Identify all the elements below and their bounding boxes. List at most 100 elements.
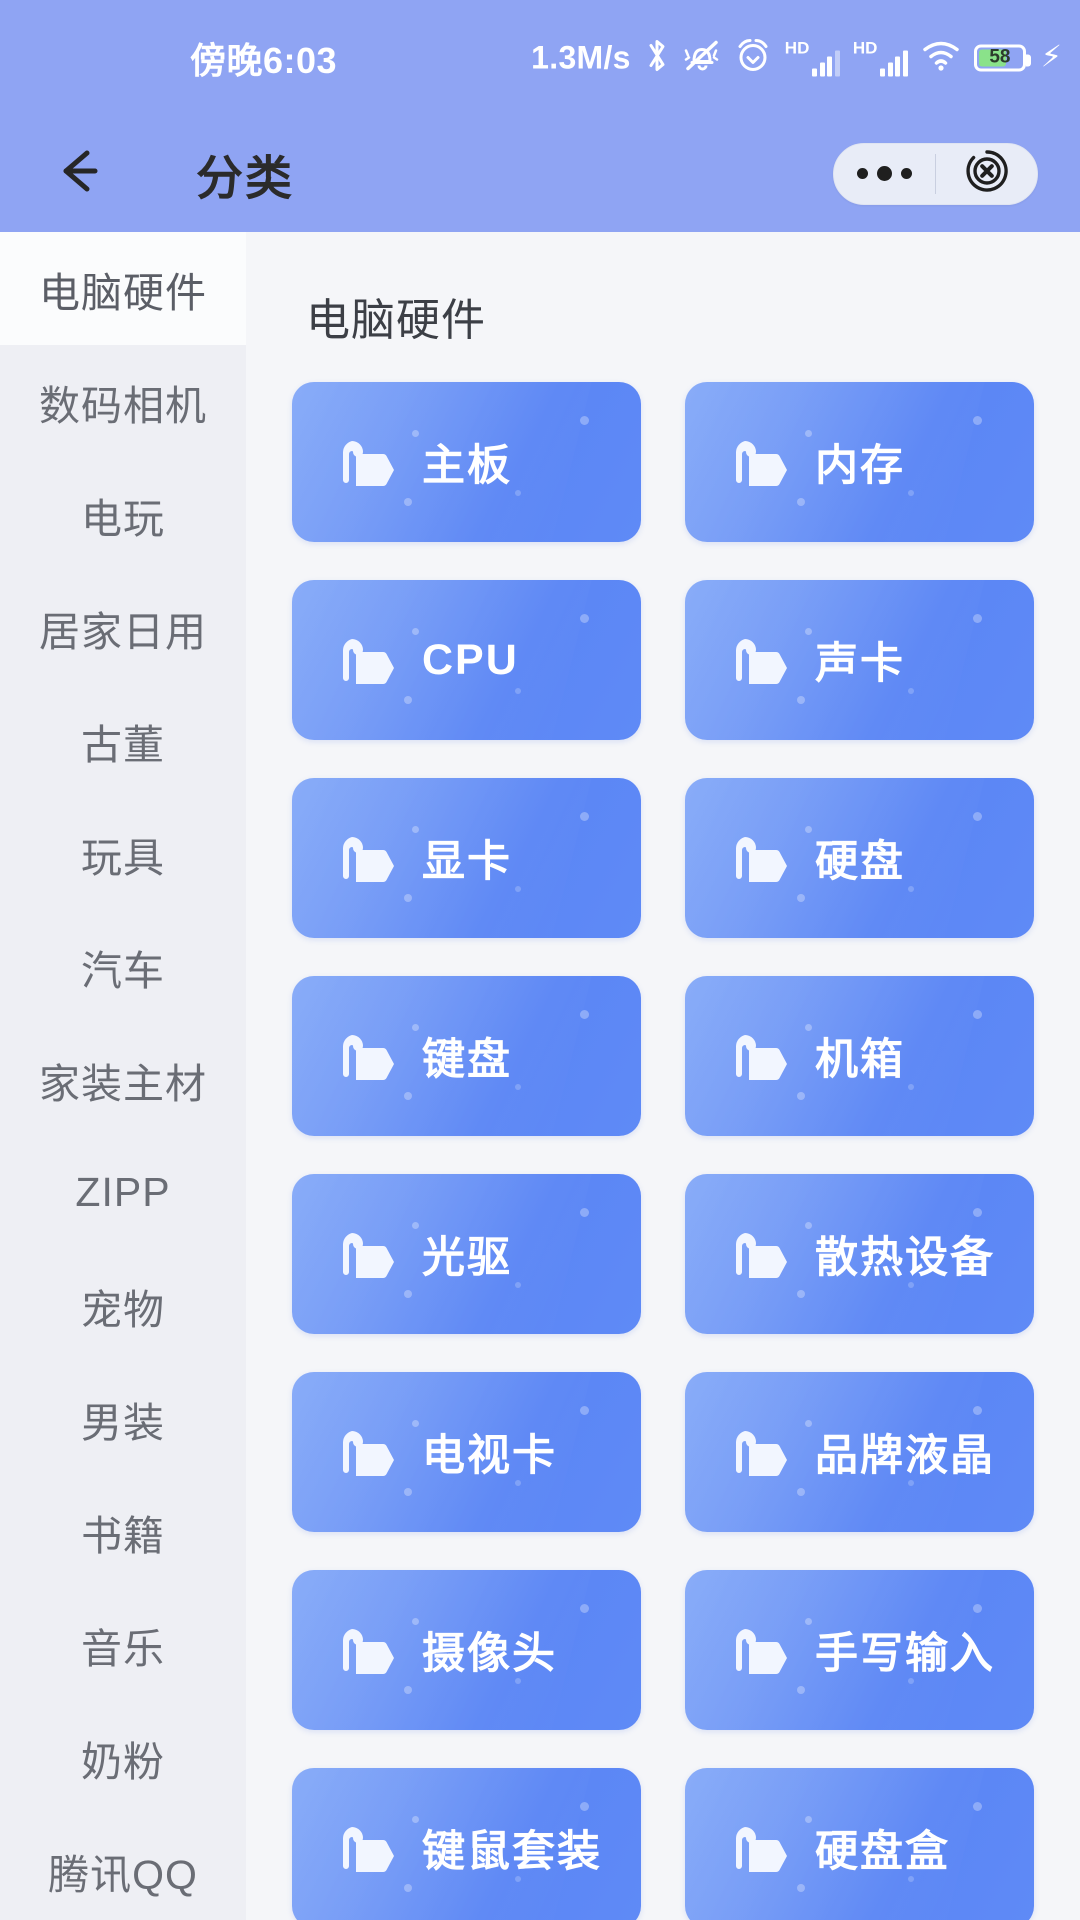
sidebar-item-4[interactable]: 古董 — [0, 684, 246, 797]
sidebar-item-2[interactable]: 电玩 — [0, 458, 246, 571]
battery-icon: 58 — [973, 44, 1031, 71]
category-sidebar[interactable]: 电脑硬件 数码相机 电玩 居家日用 古董 玩具 汽车 家装主材 ZIPP 宠物 … — [0, 232, 246, 1920]
alarm-icon — [734, 36, 772, 79]
signal-bars-icon — [880, 46, 908, 76]
more-dots-icon — [857, 166, 912, 181]
category-detail-pane: 电脑硬件 主板 内存 CPU 声卡 显卡 硬盘 键盘 机箱 光驱 散热设备 电视… — [246, 232, 1080, 1920]
subcategory-label: 电视卡 — [422, 1432, 557, 1480]
sidebar-item-label: 古董 — [81, 721, 165, 768]
nav-bar: 分类 — [0, 115, 1080, 232]
price-tag-icon — [719, 821, 793, 895]
subcategory-tile[interactable]: 品牌液晶 — [685, 1372, 1034, 1532]
sidebar-item-14[interactable]: 腾讯QQ — [0, 1814, 246, 1920]
subcategory-tile[interactable]: 声卡 — [685, 580, 1034, 740]
price-tag-icon — [719, 1019, 793, 1093]
price-tag-icon — [326, 1811, 400, 1885]
sidebar-item-label: 书籍 — [81, 1512, 165, 1559]
charging-bolt-icon: ⚡ — [1040, 40, 1062, 74]
sidebar-item-label: 奶粉 — [81, 1738, 165, 1785]
sidebar-item-9[interactable]: 宠物 — [0, 1249, 246, 1362]
sidebar-item-label: 汽车 — [81, 947, 165, 994]
subcategory-label: 硬盘盒 — [815, 1828, 950, 1876]
bluetooth-icon — [644, 36, 670, 79]
sidebar-item-8[interactable]: ZIPP — [0, 1136, 246, 1249]
subcategory-tile[interactable]: 键盘 — [292, 976, 641, 1136]
hd-label-1: HD — [784, 38, 810, 57]
subcategory-tile[interactable]: 电视卡 — [292, 1372, 641, 1532]
price-tag-icon — [326, 821, 400, 895]
sidebar-item-label: 宠物 — [81, 1286, 165, 1333]
sidebar-item-label: 男装 — [81, 1399, 165, 1446]
sidebar-item-12[interactable]: 音乐 — [0, 1588, 246, 1701]
subcategory-tile[interactable]: 键鼠套装 — [292, 1768, 641, 1920]
subcategory-grid: 主板 内存 CPU 声卡 显卡 硬盘 键盘 机箱 光驱 散热设备 电视卡 品牌液… — [284, 382, 1042, 1920]
price-tag-icon — [719, 1217, 793, 1291]
subcategory-label: 光驱 — [422, 1234, 512, 1282]
signal-2-group: HD — [853, 39, 908, 76]
sidebar-item-10[interactable]: 男装 — [0, 1362, 246, 1475]
subcategory-tile[interactable]: 显卡 — [292, 778, 641, 938]
subcategory-tile[interactable]: 光驱 — [292, 1174, 641, 1334]
sidebar-item-label: ZIPP — [75, 1169, 171, 1215]
subcategory-label: 手写输入 — [815, 1630, 995, 1678]
sidebar-item-11[interactable]: 书籍 — [0, 1475, 246, 1588]
subcategory-label: 内存 — [815, 442, 905, 490]
sidebar-item-0[interactable]: 电脑硬件 — [0, 232, 246, 345]
signal-1-group: HD — [785, 39, 840, 76]
subcategory-tile[interactable]: 散热设备 — [685, 1174, 1034, 1334]
price-tag-icon — [719, 623, 793, 697]
hd-label-2: HD — [852, 38, 878, 57]
subcategory-tile[interactable]: 摄像头 — [292, 1570, 641, 1730]
close-button[interactable] — [936, 144, 1037, 204]
subcategory-tile[interactable]: 硬盘盒 — [685, 1768, 1034, 1920]
subcategory-label: 品牌液晶 — [815, 1432, 995, 1480]
app-root: 傍晚6:03 1.3M/s HD HD 58 ⚡ 分类 电脑硬件 数码相机 电玩… — [0, 0, 1080, 1920]
subcategory-label: CPU — [422, 635, 519, 684]
battery-level-label: 58 — [989, 46, 1011, 68]
price-tag-icon — [326, 1019, 400, 1093]
price-tag-icon — [326, 623, 400, 697]
sidebar-item-label: 玩具 — [81, 834, 165, 881]
subcategory-tile[interactable]: 主板 — [292, 382, 641, 542]
subcategory-tile[interactable]: 内存 — [685, 382, 1034, 542]
sidebar-item-3[interactable]: 居家日用 — [0, 571, 246, 684]
page-title: 分类 — [196, 151, 294, 204]
signal-bars-icon — [812, 46, 840, 76]
price-tag-icon — [719, 1811, 793, 1885]
network-speed-label: 1.3M/s — [531, 39, 631, 75]
price-tag-icon — [326, 425, 400, 499]
subcategory-label: 摄像头 — [422, 1630, 557, 1678]
subcategory-label: 键盘 — [422, 1036, 512, 1084]
price-tag-icon — [719, 425, 793, 499]
sidebar-item-5[interactable]: 玩具 — [0, 797, 246, 910]
subcategory-label: 机箱 — [815, 1036, 905, 1084]
sidebar-item-label: 数码相机 — [39, 382, 207, 429]
status-bar: 傍晚6:03 1.3M/s HD HD 58 ⚡ — [0, 0, 1080, 115]
subcategory-tile[interactable]: 机箱 — [685, 976, 1034, 1136]
subcategory-label: 硬盘 — [815, 838, 905, 886]
subcategory-label: 散热设备 — [815, 1234, 995, 1282]
subcategory-label: 主板 — [422, 442, 512, 490]
sidebar-item-7[interactable]: 家装主材 — [0, 1023, 246, 1136]
section-title: 电脑硬件 — [306, 296, 486, 345]
sidebar-item-label: 居家日用 — [39, 608, 207, 655]
sidebar-item-label: 音乐 — [81, 1625, 165, 1672]
subcategory-tile[interactable]: CPU — [292, 580, 641, 740]
subcategory-label: 键鼠套装 — [422, 1828, 602, 1876]
content-area: 电脑硬件 数码相机 电玩 居家日用 古董 玩具 汽车 家装主材 ZIPP 宠物 … — [0, 232, 1080, 1920]
wifi-icon — [921, 39, 961, 76]
subcategory-tile[interactable]: 硬盘 — [685, 778, 1034, 938]
sidebar-item-1[interactable]: 数码相机 — [0, 345, 246, 458]
back-button[interactable] — [48, 143, 110, 205]
sidebar-item-13[interactable]: 奶粉 — [0, 1701, 246, 1814]
status-time: 傍晚6:03 — [190, 39, 338, 81]
miniprogram-capsule — [833, 142, 1038, 205]
status-icons-group: 1.3M/s HD HD 58 ⚡ — [531, 36, 1062, 79]
sidebar-item-label: 电玩 — [81, 495, 165, 542]
mute-vibrate-icon — [683, 37, 721, 78]
more-menu-button[interactable] — [834, 144, 935, 204]
sidebar-item-6[interactable]: 汽车 — [0, 910, 246, 1023]
subcategory-tile[interactable]: 手写输入 — [685, 1570, 1034, 1730]
price-tag-icon — [326, 1217, 400, 1291]
back-arrow-icon — [51, 143, 107, 204]
